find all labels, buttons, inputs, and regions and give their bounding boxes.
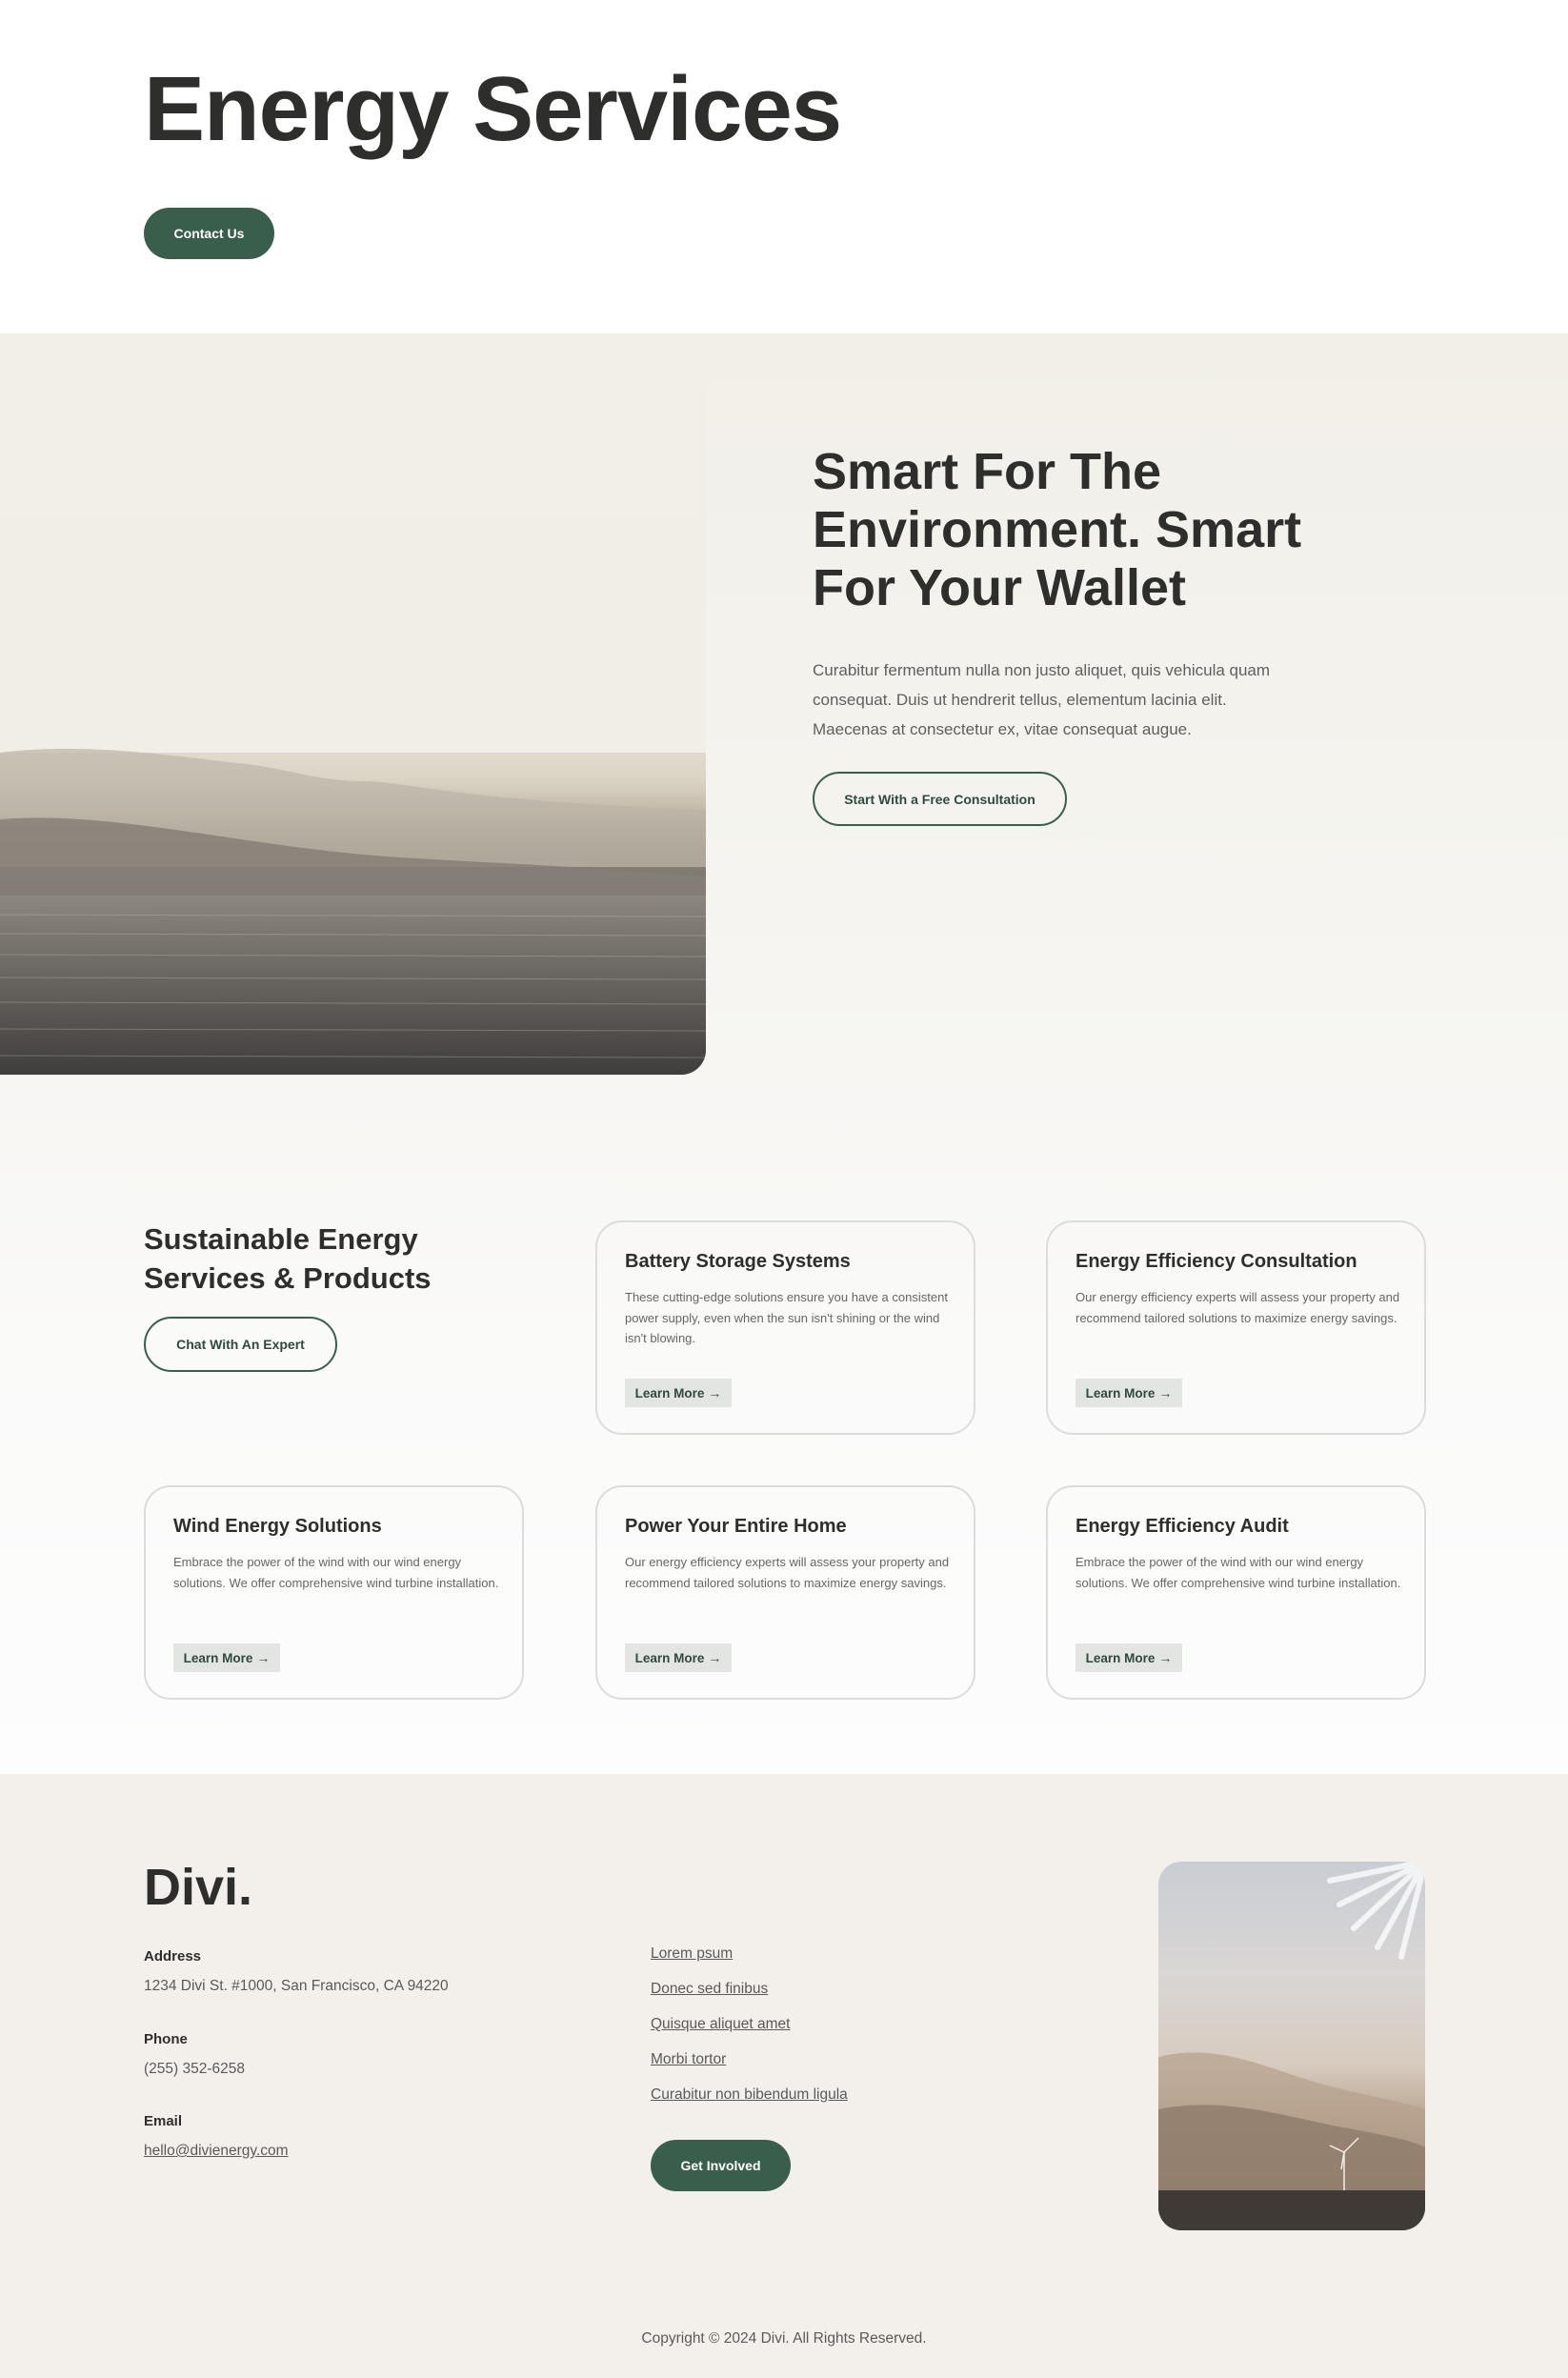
page-title: Energy Services [144,58,842,160]
email-label: Email [144,2113,183,2129]
learn-more-button[interactable]: Learn More → [625,1379,732,1407]
footer-logo: Divi. [144,1859,253,1916]
service-card-efficiency-consultation: Energy Efficiency Consultation Our energ… [1046,1220,1426,1435]
footer-link[interactable]: Curabitur non bibendum ligula [651,2086,848,2122]
learn-more-button[interactable]: Learn More → [1075,1379,1182,1407]
card-description: Our energy efficiency experts will asses… [1075,1290,1400,1325]
learn-more-label: Learn More [634,1650,705,1665]
card-title: Energy Efficiency Consultation [1075,1251,1357,1272]
footer-link[interactable]: Donec sed finibus [651,1981,848,2016]
service-card-wind-energy: Wind Energy Solutions Embrace the power … [144,1485,524,1700]
phone-value: (255) 352-6258 [144,2061,245,2077]
service-card-battery-storage: Battery Storage Systems These cutting-ed… [595,1220,975,1435]
learn-more-button[interactable]: Learn More → [173,1643,280,1672]
card-description: Embrace the power of the wind with our w… [1075,1555,1401,1590]
arrow-right-icon: → [256,1650,271,1665]
free-consultation-button[interactable]: Start With a Free Consultation [813,772,1067,826]
intro-section: Smart For The Environment. Smart For You… [0,333,1568,1077]
services-heading: Sustainable Energy Services & Products [144,1222,432,1295]
arrow-right-icon: → [708,1650,722,1665]
arrow-right-icon: → [1158,1650,1173,1665]
site-footer: Divi. Address 1234 Divi St. #1000, San F… [0,1774,1568,2378]
footer-links-list: Lorem psum Donec sed finibus Quisque ali… [651,1945,848,2122]
email-link[interactable]: hello@divienergy.com [144,2143,289,2160]
learn-more-button[interactable]: Learn More → [1075,1643,1182,1672]
intro-heading: Smart For The Environment. Smart For You… [813,443,1302,616]
footer-landscape-illustration [1158,1862,1425,2230]
learn-more-label: Learn More [183,1650,253,1665]
chat-with-expert-button[interactable]: Chat With An Expert [144,1317,337,1372]
wind-turbine-landscape-image [1158,1862,1425,2230]
address-label: Address [144,1948,202,1965]
page-header: Energy Services Contact Us [0,0,1568,333]
services-section: Sustainable Energy Services & Products C… [0,1077,1568,1774]
service-card-power-home: Power Your Entire Home Our energy effici… [595,1485,975,1700]
learn-more-label: Learn More [634,1385,705,1401]
copyright-text: Copyright © 2024 Divi. All Rights Reserv… [641,2330,927,2347]
service-card-efficiency-audit: Energy Efficiency Audit Embrace the powe… [1046,1485,1426,1700]
get-involved-button[interactable]: Get Involved [651,2140,791,2191]
card-description: Our energy efficiency experts will asses… [625,1555,950,1590]
arrow-right-icon: → [1158,1385,1173,1401]
card-description: These cutting-edge solutions ensure you … [625,1290,948,1345]
footer-link[interactable]: Lorem psum [651,1945,848,1981]
arrow-right-icon: → [708,1385,722,1401]
intro-paragraph: Curabitur fermentum nulla non justo aliq… [813,661,1271,738]
landscape-illustration [0,333,706,1075]
card-title: Power Your Entire Home [625,1516,847,1537]
footer-link[interactable]: Morbi tortor [651,2051,848,2086]
card-title: Battery Storage Systems [625,1251,851,1272]
learn-more-label: Learn More [1085,1385,1156,1401]
learn-more-label: Learn More [1085,1650,1156,1665]
contact-us-button[interactable]: Contact Us [144,208,274,259]
card-title: Energy Efficiency Audit [1075,1516,1289,1537]
card-description: Embrace the power of the wind with our w… [173,1555,499,1590]
sea-landscape-image [0,333,706,1075]
card-title: Wind Energy Solutions [173,1516,382,1537]
footer-link[interactable]: Quisque aliquet amet [651,2016,848,2051]
phone-label: Phone [144,2031,188,2047]
learn-more-button[interactable]: Learn More → [625,1643,732,1672]
address-value: 1234 Divi St. #1000, San Francisco, CA 9… [144,1978,449,1994]
